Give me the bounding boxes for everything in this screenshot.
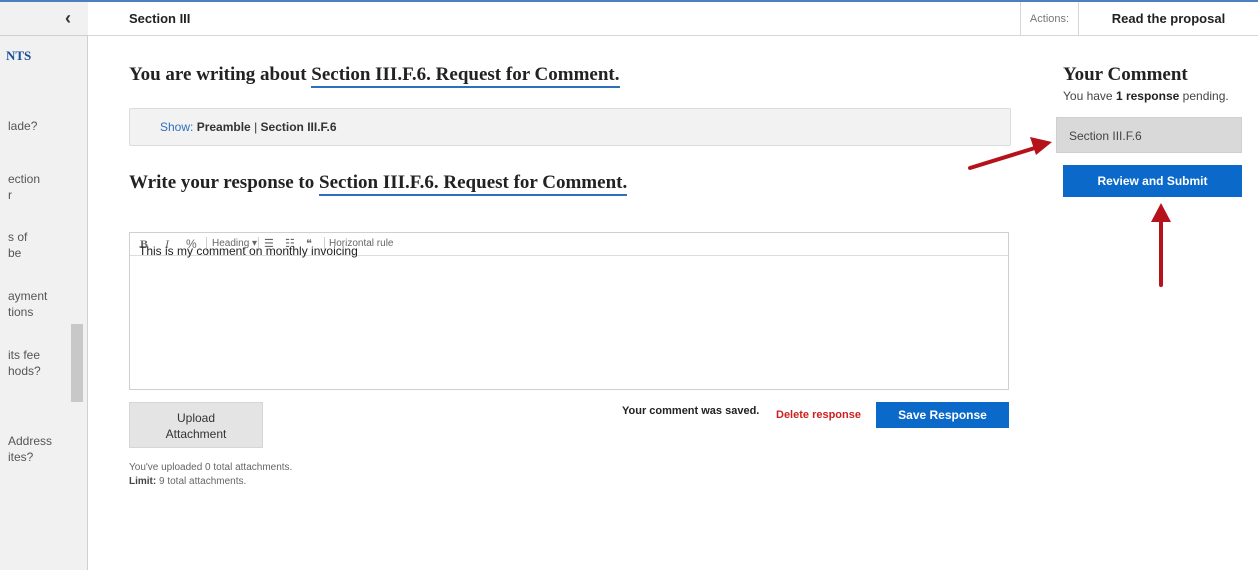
limit-label: Limit:	[129, 476, 157, 487]
sidebar-item-label: hods?	[8, 364, 41, 378]
upload-button-label: Attachment	[165, 427, 227, 441]
attachment-count-note: You've uploaded 0 total attachments.	[129, 462, 293, 473]
sidebar	[0, 2, 88, 570]
review-and-submit-button[interactable]: Review and Submit	[1063, 165, 1242, 197]
sidebar-item-label: its fee	[8, 348, 41, 362]
writing-about-prefix: You are writing about	[129, 64, 307, 85]
arrow-to-submit-icon	[1151, 203, 1171, 287]
delete-response-link[interactable]: Delete response	[776, 409, 861, 421]
sidebar-scrollbar-thumb[interactable]	[71, 324, 83, 402]
upload-attachment-button[interactable]: Upload Attachment	[129, 402, 263, 448]
attachment-limit-note: Limit: 9 total attachments.	[129, 476, 246, 487]
show-label: Show:	[160, 120, 194, 134]
sidebar-item[interactable]: s of be	[0, 229, 66, 261]
actions-label: Actions:	[1020, 2, 1078, 36]
response-heading-prefix: Write your response to	[129, 172, 315, 193]
page-title: Section III	[129, 11, 191, 26]
pending-comment-item[interactable]: Section III.F.6	[1056, 117, 1242, 153]
sidebar-item-label: ection	[8, 172, 41, 186]
sidebar-item-label: lade?	[8, 119, 38, 133]
sidebar-item-label: be	[8, 246, 22, 260]
sidebar-item-label: ayment	[8, 289, 48, 303]
save-response-button[interactable]: Save Response	[876, 402, 1009, 428]
pending-suffix: pending.	[1182, 89, 1229, 103]
your-comment-title: Your Comment	[1063, 64, 1188, 85]
pending-count: 1 response	[1115, 89, 1180, 103]
sidebar-heading: NTS	[6, 48, 32, 63]
read-proposal-link[interactable]: Read the proposal	[1078, 2, 1258, 36]
writing-about-heading: You are writing about Section III.F.6. R…	[129, 64, 620, 88]
sidebar-item-label: r	[8, 188, 12, 202]
pending-status: You have 1 response pending.	[1063, 89, 1229, 103]
response-section-link[interactable]: Section III.F.6. Request for Comment.	[319, 172, 628, 196]
sidebar-item[interactable]: ayment tions	[0, 288, 66, 320]
show-context-options: Show: Preamble | Section III.F.6	[160, 120, 337, 134]
saved-status: Your comment was saved.	[622, 405, 760, 417]
editor-content[interactable]: This is my comment on monthly invoicing	[139, 244, 358, 258]
show-separator: |	[254, 120, 258, 134]
section-link[interactable]: Section III.F.6. Request for Comment.	[311, 64, 620, 88]
show-section-link[interactable]: Section III.F.6	[261, 120, 337, 134]
show-preamble-link[interactable]: Preamble	[197, 120, 251, 134]
sidebar-item-label: Address	[8, 434, 53, 448]
sidebar-item-label: tions	[8, 305, 34, 319]
response-heading: Write your response to Section III.F.6. …	[129, 172, 628, 196]
sidebar-item[interactable]: its fee hods?	[0, 347, 66, 379]
sidebar-item[interactable]: lade?	[0, 118, 66, 134]
pending-prefix: You have	[1063, 89, 1113, 103]
sidebar-item[interactable]: Address ites?	[0, 433, 66, 465]
collapse-chevron-icon[interactable]: ‹	[58, 8, 78, 28]
upload-button-label: Upload	[176, 411, 216, 425]
sidebar-item-label: ites?	[8, 450, 34, 464]
sidebar-item[interactable]: ection r	[0, 171, 66, 203]
sidebar-item-label: s of	[8, 230, 28, 244]
limit-value: 9 total attachments.	[159, 476, 247, 487]
